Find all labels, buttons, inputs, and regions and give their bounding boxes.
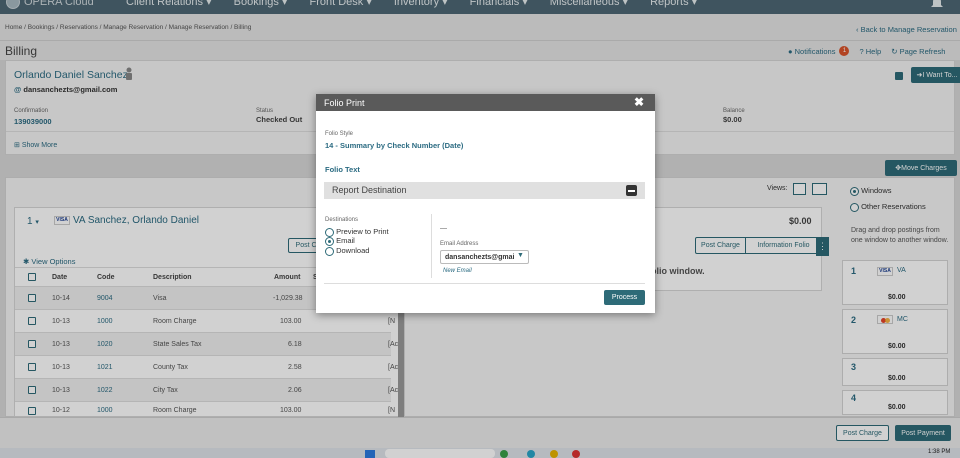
folio-style-value[interactable]: 14 - Summary by Check Number (Date) — [325, 141, 463, 150]
email-address-value: dansanchezts@gmai — [445, 254, 515, 261]
divider — [431, 214, 432, 278]
folio-text-link[interactable]: Folio Text — [325, 165, 360, 174]
divider — [324, 283, 645, 284]
new-email-link[interactable]: New Email — [443, 268, 472, 274]
dialog-title: Folio Print — [324, 98, 365, 108]
folio-print-dialog: Folio Print ✖ Folio Style 14 - Summary b… — [316, 94, 655, 313]
option-email[interactable]: Email — [325, 236, 355, 246]
caret-down-icon[interactable]: ▼ — [517, 252, 524, 259]
radio-email[interactable] — [325, 236, 334, 246]
radio-download[interactable] — [325, 246, 334, 256]
email-address-label: Email Address — [440, 241, 479, 247]
option-download-label: Download — [336, 246, 370, 255]
report-destination-section[interactable]: Report Destination — [324, 182, 645, 199]
close-icon[interactable]: ✖ — [634, 95, 644, 109]
option-email-label: Email — [336, 236, 355, 245]
destinations-label: Destinations — [325, 217, 359, 223]
option-download[interactable]: Download — [325, 246, 369, 256]
folio-style-label: Folio Style — [325, 131, 354, 137]
process-button[interactable]: Process — [604, 290, 645, 305]
dash: — — [440, 225, 447, 232]
dialog-header: Folio Print ✖ — [316, 94, 655, 111]
email-address-select[interactable]: dansanchezts@gmai — [440, 250, 529, 264]
collapse-section-icon[interactable] — [626, 185, 637, 196]
option-preview-label: Preview to Print — [336, 227, 389, 236]
report-destination-title: Report Destination — [332, 185, 407, 195]
